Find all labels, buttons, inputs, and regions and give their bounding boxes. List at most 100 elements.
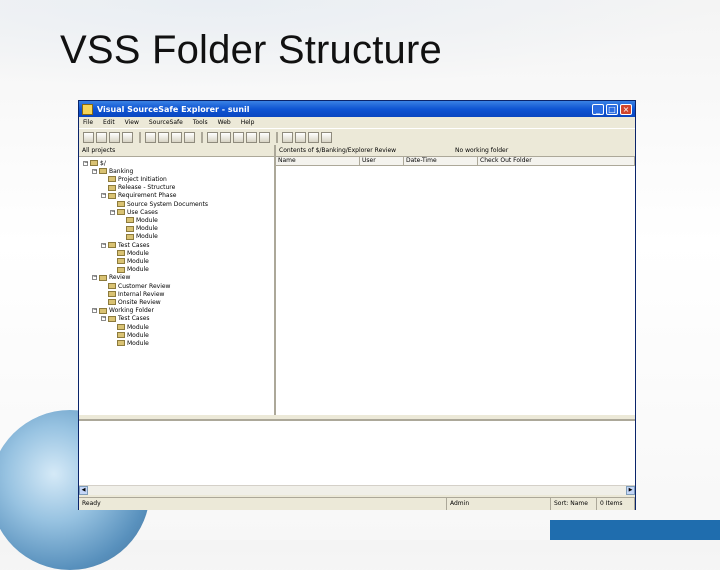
menu-view[interactable]: View	[125, 119, 139, 126]
window-titlebar[interactable]: Visual SourceSafe Explorer - sunil _ □ ×	[79, 101, 635, 117]
tree-node-label: Module	[136, 233, 158, 241]
tree-node[interactable]: − Requirement Phase	[101, 192, 176, 200]
status-sort: Sort: Name	[551, 498, 597, 510]
add-files-icon[interactable]	[109, 131, 120, 143]
column-date-time[interactable]: Date-Time	[404, 157, 478, 165]
undo-check-out-icon[interactable]	[184, 131, 195, 143]
accent-bar	[550, 520, 720, 540]
folder-icon	[108, 291, 116, 298]
create-project-icon[interactable]	[96, 131, 107, 143]
properties-icon[interactable]	[259, 131, 270, 143]
close-button[interactable]: ×	[620, 103, 632, 115]
status-user: Admin	[447, 498, 551, 510]
labels-icon[interactable]	[308, 131, 319, 143]
vss-explorer-window: Visual SourceSafe Explorer - sunil _ □ ×…	[78, 100, 636, 510]
collapse-icon[interactable]: −	[92, 168, 97, 174]
vss-app-icon	[82, 103, 93, 115]
folder-icon	[117, 258, 125, 265]
get-latest-icon[interactable]	[145, 131, 156, 143]
open-database-icon[interactable]	[83, 131, 94, 143]
menu-edit[interactable]: Edit	[103, 119, 115, 126]
tree-node-label: Working Folder	[109, 307, 154, 315]
share-icon[interactable]	[207, 131, 218, 143]
tree-node[interactable]: Onsite Review	[101, 298, 161, 306]
window-title: Visual SourceSafe Explorer - sunil	[97, 104, 250, 114]
tree-node[interactable]: Module	[119, 225, 158, 233]
tree-node[interactable]: Module	[110, 323, 149, 331]
tree-node[interactable]: Module	[110, 331, 149, 339]
column-user[interactable]: User	[360, 157, 404, 165]
minimize-button[interactable]: _	[592, 103, 604, 115]
collapse-icon[interactable]: −	[101, 193, 106, 199]
folder-icon	[126, 217, 134, 224]
tree-node[interactable]: − Review	[92, 274, 130, 282]
menu-file[interactable]: File	[83, 119, 93, 126]
tree-node[interactable]: Release - Structure	[101, 184, 175, 192]
tree-node-label: Customer Review	[118, 282, 171, 290]
menu-sourcesafe[interactable]: SourceSafe	[149, 119, 183, 126]
menu-help[interactable]: Help	[241, 119, 255, 126]
maximize-button[interactable]: □	[606, 103, 618, 115]
status-item-count: 0 Items	[597, 498, 635, 510]
tree-node[interactable]: Module	[119, 233, 158, 241]
project-tree-header: All projects	[79, 145, 274, 157]
tree-node[interactable]: Module	[119, 216, 158, 224]
toolbar-separator	[276, 131, 278, 143]
diff-icon[interactable]	[246, 131, 257, 143]
tree-node[interactable]: − $/	[83, 159, 106, 167]
collapse-icon[interactable]: −	[101, 316, 106, 322]
tree-node-label: Module	[127, 249, 149, 257]
branch-icon[interactable]	[220, 131, 231, 143]
menu-tools[interactable]: Tools	[193, 119, 208, 126]
collapse-icon[interactable]: −	[101, 242, 106, 248]
menu-web[interactable]: Web	[218, 119, 231, 126]
refresh-icon[interactable]	[295, 131, 306, 143]
file-list-columns: Name User Date-Time Check Out Folder	[276, 157, 635, 166]
collapse-icon[interactable]: −	[83, 160, 88, 166]
tree-node-label: Source System Documents	[127, 200, 209, 208]
tree-node-label: Test Cases	[118, 315, 150, 323]
tree-node[interactable]: Module	[110, 249, 149, 257]
tree-node[interactable]: − Test Cases	[101, 315, 150, 323]
folder-icon	[108, 192, 116, 199]
collapse-icon[interactable]: −	[92, 275, 97, 281]
tree-node[interactable]: Module	[110, 339, 149, 347]
folder-icon	[117, 340, 125, 347]
horizontal-scrollbar[interactable]: ◀ ▶	[79, 485, 635, 495]
check-out-icon[interactable]	[158, 131, 169, 143]
check-in-icon[interactable]	[171, 131, 182, 143]
tree-node[interactable]: − Working Folder	[92, 307, 154, 315]
scroll-left-icon[interactable]: ◀	[79, 486, 88, 495]
tree-node[interactable]: − Banking	[92, 167, 133, 175]
scroll-right-icon[interactable]: ▶	[626, 486, 635, 495]
output-pane[interactable]: ◀ ▶	[79, 419, 635, 495]
help-icon[interactable]	[321, 131, 332, 143]
tree-node-label: Module	[127, 339, 149, 347]
find-icon[interactable]	[282, 131, 293, 143]
folder-icon	[117, 201, 125, 207]
tree-node[interactable]: Source System Documents	[110, 200, 208, 208]
tree-node[interactable]: − Test Cases	[101, 241, 150, 249]
column-name[interactable]: Name	[276, 157, 360, 165]
tree-node-label: Module	[136, 216, 158, 224]
column-check-out-folder[interactable]: Check Out Folder	[478, 157, 635, 165]
tree-node[interactable]: Module	[110, 257, 149, 265]
delete-icon[interactable]	[122, 131, 133, 143]
collapse-icon[interactable]: −	[92, 308, 97, 314]
tree-node[interactable]: Module	[110, 266, 149, 274]
tree-node[interactable]: − Use Cases	[110, 208, 158, 216]
collapse-icon[interactable]: −	[110, 209, 115, 215]
tree-node[interactable]: Project Initiation	[101, 175, 167, 183]
main-panes: All projects − $/− Banking Project Initiati…	[79, 145, 635, 415]
contents-path: Contents of $/Banking/Explorer Review	[279, 147, 397, 154]
tree-node[interactable]: Customer Review	[101, 282, 170, 290]
history-icon[interactable]	[233, 131, 244, 143]
tree-node[interactable]: Internal Review	[101, 290, 164, 298]
tree-node-label: Release - Structure	[118, 184, 176, 192]
